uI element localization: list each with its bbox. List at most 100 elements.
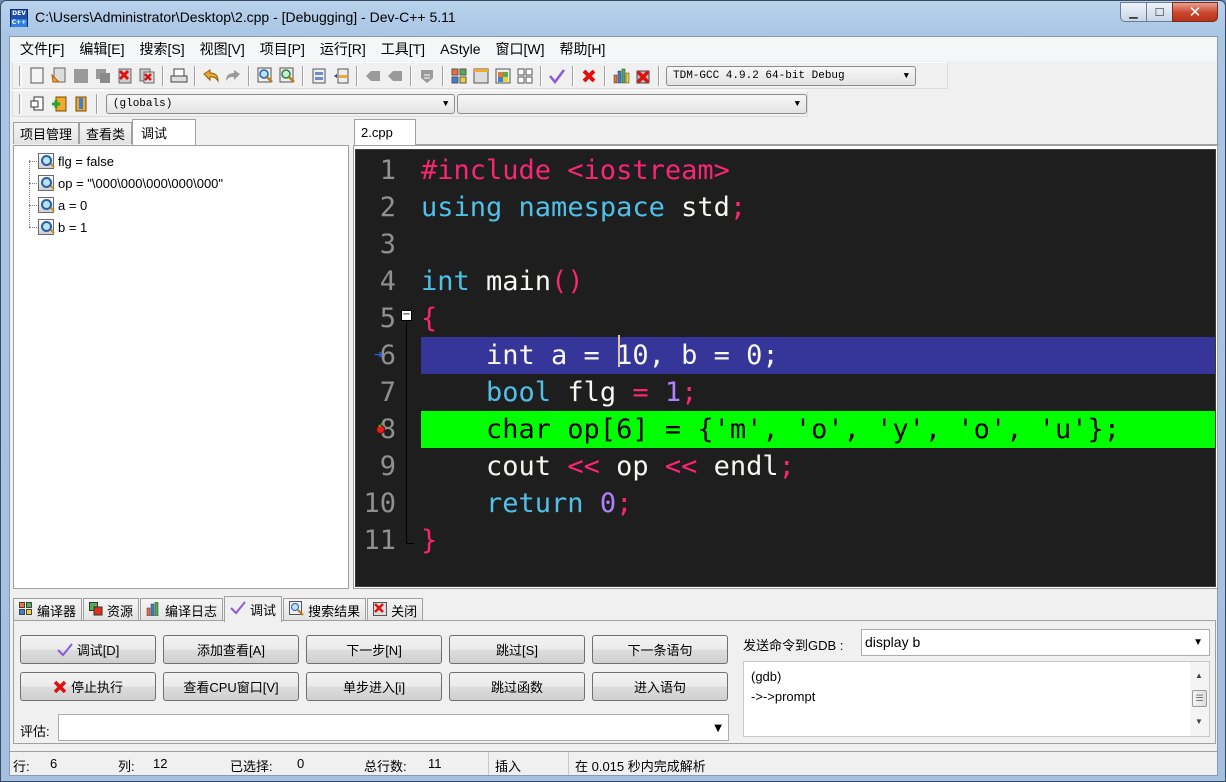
insert-icon[interactable] [27,94,47,114]
symbol-select[interactable]: ▼ [457,93,807,114]
tab-project[interactable]: 项目管理 [13,122,80,144]
tab-debug[interactable]: 调试 [132,119,197,145]
scrollbar-thumb[interactable]: ☰ [1192,690,1207,707]
replace-icon[interactable] [277,66,297,86]
tab-compiler[interactable]: 编译器 [13,598,83,621]
code-line[interactable]: 2 using namespace std; [356,189,1215,226]
gdb-output[interactable]: (gdb) ->->prompt ▲ ☰ ▼ [743,661,1210,737]
code-line[interactable]: 1 #include <iostream> [356,152,1215,189]
line-number[interactable]: 3 [356,226,396,263]
watch-item[interactable]: flg = false [38,150,114,172]
profile-icon[interactable] [611,66,631,86]
close-file-icon[interactable] [115,66,135,86]
redo-icon[interactable] [223,66,243,86]
toolbar-grip[interactable] [19,65,22,86]
skip-button[interactable]: 跳过[S] [449,635,585,664]
code-line[interactable]: 8 char op[6] = {'m', 'o', 'y', 'o', 'u'}… [356,411,1215,448]
delete-profile-icon[interactable] [633,66,653,86]
stop-execution-button[interactable]: 停止执行 [20,672,156,701]
code-line[interactable]: 3 [356,226,1215,263]
skip-function-button[interactable]: 跳过函数 [449,672,585,701]
next-step-button[interactable]: 下一步[N] [306,635,442,664]
tab-close[interactable]: 关闭 [367,598,424,621]
menu-help[interactable]: 帮助[H] [554,39,612,59]
goto-function-icon[interactable] [331,66,351,86]
scroll-down-icon[interactable]: ▼ [1195,712,1203,732]
run-icon[interactable] [471,66,491,86]
toggle-comment-icon[interactable] [417,66,437,86]
line-number[interactable]: 4 [356,263,396,300]
compile-run-icon[interactable] [493,66,513,86]
save-all-icon[interactable] [93,66,113,86]
code-line[interactable]: 4 int main() [356,263,1215,300]
chevron-down-icon[interactable]: ▼ [714,723,722,734]
line-number[interactable]: 5 [356,300,396,337]
menu-view[interactable]: 视图[V] [194,39,251,59]
close-button[interactable]: ✕ [1172,2,1218,22]
gdb-output-scrollbar[interactable]: ▲ ☰ ▼ [1190,662,1209,736]
find-icon[interactable] [255,66,275,86]
menu-edit[interactable]: 编辑[E] [73,39,130,59]
new-file-icon[interactable] [27,66,47,86]
add-watch-button[interactable]: 添加查看[A] [163,635,299,664]
menu-project[interactable]: 项目[P] [254,39,311,59]
add-class-icon[interactable] [49,94,69,114]
watch-label: op = "\000\000\000\000\000" [58,175,224,191]
rebuild-icon[interactable] [515,66,535,86]
scroll-up-icon[interactable]: ▲ [1195,666,1203,686]
open-file-icon[interactable] [49,66,69,86]
code-editor[interactable]: − 1 #include <iostream> 2 using namespace s… [355,149,1216,587]
save-icon[interactable] [71,66,91,86]
gdb-command-input[interactable]: display b ▼ [861,629,1210,656]
next-statement-button[interactable]: 下一条语句 [592,635,728,664]
scope-select[interactable]: (globals) ▼ [105,93,456,114]
line-number[interactable]: 1 [356,152,396,189]
line-number[interactable]: 7 [356,374,396,411]
tab-compile-log[interactable]: 编译日志 [140,598,224,621]
compiler-select[interactable]: TDM-GCC 4.9.2 64-bit Debug ▼ [666,65,916,86]
unindent-icon[interactable] [385,66,405,86]
watch-item[interactable]: b = 1 [38,216,87,238]
tab-resources[interactable]: 资源 [83,598,140,621]
menu-run[interactable]: 运行[R] [314,39,372,59]
menu-tools[interactable]: 工具[T] [375,39,431,59]
stop-debug-icon[interactable] [579,66,599,86]
menu-file[interactable]: 文件[F] [14,39,70,59]
watch-item[interactable]: a = 0 [38,194,87,216]
chevron-down-icon[interactable]: ▼ [1193,637,1203,648]
enter-statement-button[interactable]: 进入语句 [592,672,728,701]
minimize-button[interactable]: ▁ [1120,2,1146,22]
step-into-button[interactable]: 单步进入[i] [306,672,442,701]
evaluate-input[interactable]: ▼ [58,714,729,741]
watch-item[interactable]: op = "\000\000\000\000\000" [38,172,223,194]
debug-button[interactable]: 调试[D] [20,635,156,664]
debug-icon[interactable] [547,66,567,86]
code-line[interactable]: 9 cout << op << endl; [356,448,1215,485]
menu-astyle[interactable]: AStyle [434,41,486,57]
tab-search-results[interactable]: 搜索结果 [283,598,367,621]
line-number[interactable]: 11 [356,522,396,559]
indent-icon[interactable] [363,66,383,86]
editor-tab-2cpp[interactable]: 2.cpp [354,119,416,145]
line-number[interactable]: 2 [356,189,396,226]
close-all-icon[interactable] [137,66,157,86]
menu-search[interactable]: 搜索[S] [133,39,190,59]
undo-icon[interactable] [201,66,221,86]
code-line[interactable]: 6 int a = 10, b = 0; [356,337,1215,374]
print-icon[interactable] [169,66,189,86]
line-number[interactable]: 9 [356,448,396,485]
line-number[interactable]: 10 [356,485,396,522]
bookmark-icon[interactable] [71,94,91,114]
toolbar-grip[interactable] [19,93,22,114]
goto-line-icon[interactable] [309,66,329,86]
tab-classes[interactable]: 查看类 [79,122,133,144]
tab-debug-output[interactable]: 调试 [224,596,283,622]
code-line[interactable]: 11} [356,522,1215,559]
code-line[interactable]: 5{ [356,300,1215,337]
menu-window[interactable]: 窗口[W] [490,39,551,59]
maximize-button[interactable]: ☐ [1146,2,1172,22]
code-line[interactable]: 7 bool flg = 1; [356,374,1215,411]
code-line[interactable]: 10 return 0; [356,485,1215,522]
compile-icon[interactable] [449,66,469,86]
view-cpu-window-button[interactable]: 查看CPU窗口[V] [163,672,299,701]
